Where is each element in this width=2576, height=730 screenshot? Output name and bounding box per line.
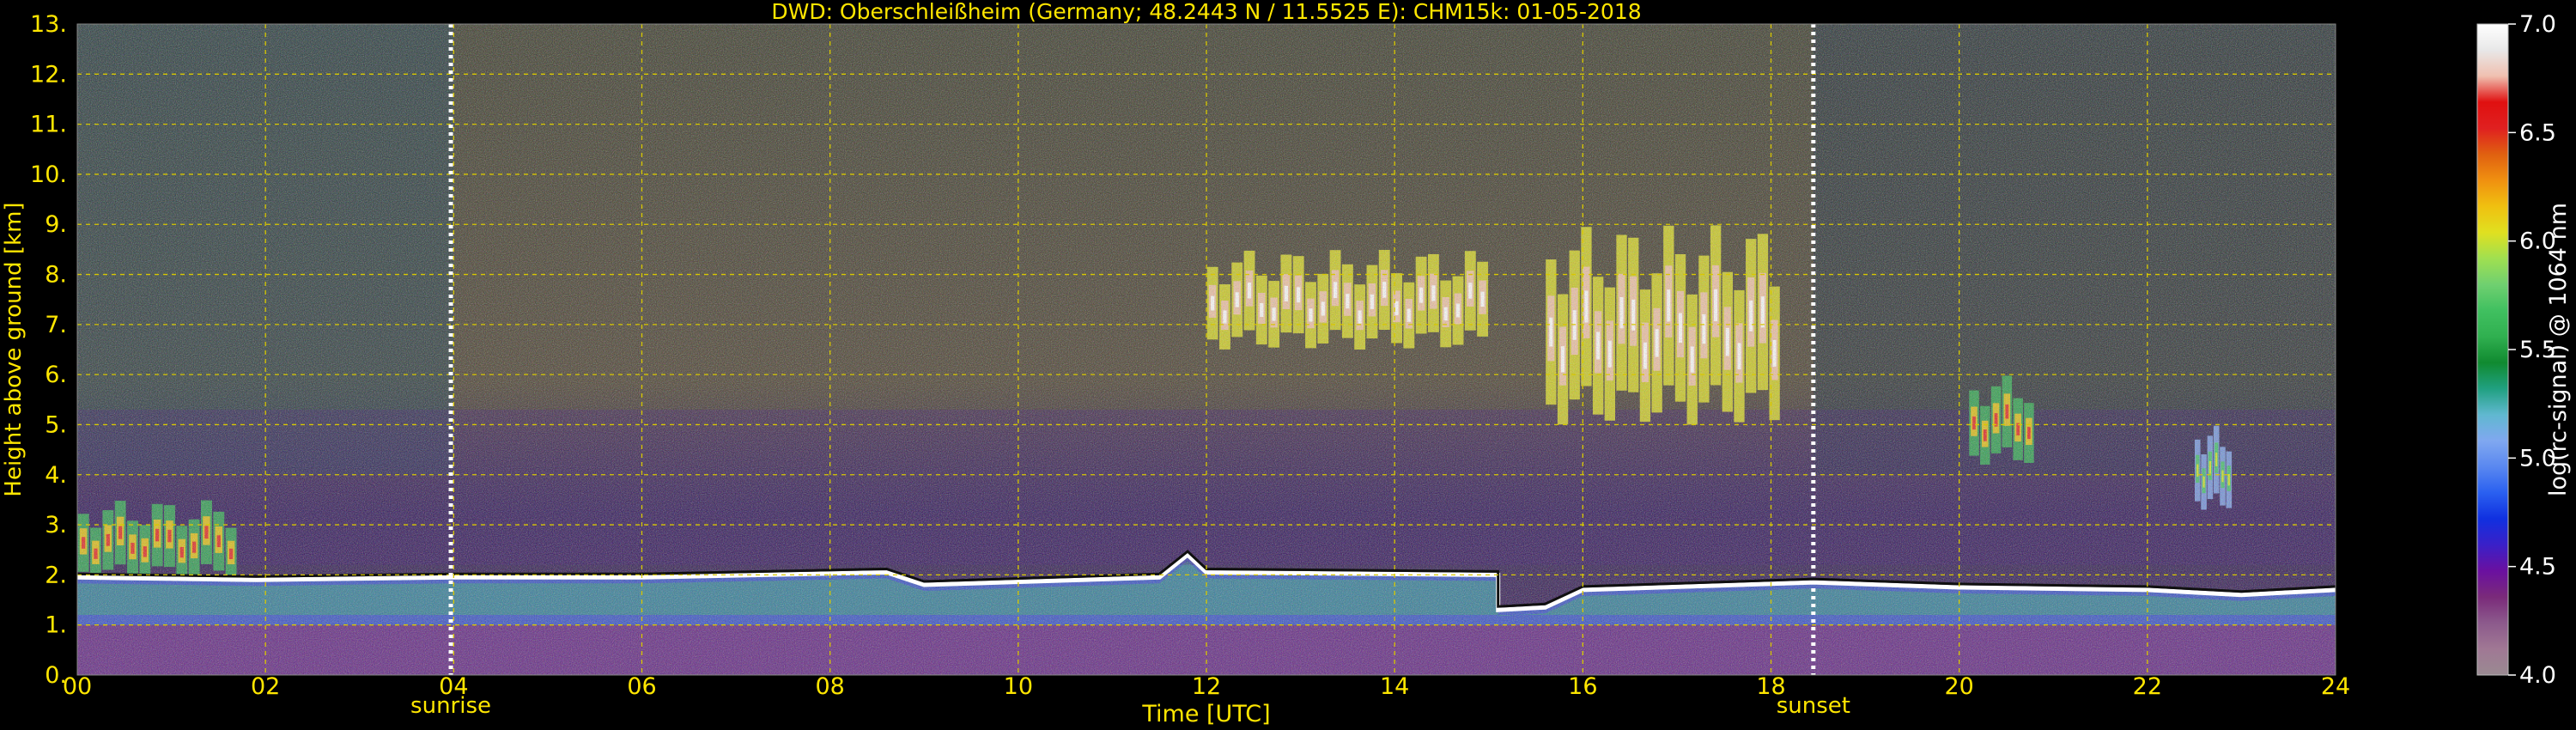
y-tick-label: 2. [45,562,67,588]
y-tick-label: 9. [45,211,67,238]
colorbar-tick-label: 6.5 [2519,119,2556,146]
x-axis-label: Time [UTC] [1141,701,1270,727]
colorbar-tick-label: 4.0 [2519,662,2556,689]
y-tick-label: 1. [45,612,67,639]
x-tick-label: 16 [1568,673,1597,700]
chart-title: DWD: Oberschleißheim (Germany; 48.2443 N… [771,0,1641,24]
x-tick-label: 02 [251,673,280,700]
y-tick-label: 7. [45,312,67,338]
y-tick-label: 6. [45,362,67,388]
x-tick-label: 14 [1380,673,1409,700]
y-tick-label: 0. [45,662,67,689]
y-axis-label: Height above ground [km] [1,202,27,496]
colorbar-label: log(rc-signal) @ 1064 nm [2545,203,2572,496]
y-tick-label: 8. [45,262,67,289]
y-tick-label: 12. [30,61,67,88]
colorbar-tick-label: 4.5 [2519,554,2556,581]
sun-marker-label: sunset [1777,693,1850,719]
x-tick-label: 22 [2133,673,2162,700]
y-tick-label: 10. [30,161,67,188]
x-tick-label: 20 [1944,673,1973,700]
y-tick-label: 5. [45,411,67,438]
x-tick-label: 04 [439,673,468,700]
ceilometer-chart: sunrise sunset 00 02 04 06 08 10 12 14 16 18 20 22 24… [1,0,2572,727]
x-tick-label: 18 [1756,673,1785,700]
y-tick-label: 4. [45,462,67,489]
x-tick-labels: 00 02 04 06 08 10 12 14 16 18 20 22 24 [63,673,2350,700]
x-tick-label: 10 [1004,673,1033,700]
y-tick-label: 3. [45,512,67,538]
y-tick-label: 11. [30,112,67,138]
y-tick-label: 13. [30,11,67,38]
x-tick-label: 24 [2321,673,2350,700]
x-tick-label: 08 [815,673,844,700]
x-tick-label: 06 [627,673,656,700]
colorbar-tick-label: 7.0 [2519,11,2556,38]
x-tick-label: 12 [1192,673,1221,700]
colorbar [2476,23,2509,676]
y-tick-labels: 0. 1. 2. 3. 4. 5. 6. 7. 8. 9. 10. 11. 12. 13. [30,11,67,689]
